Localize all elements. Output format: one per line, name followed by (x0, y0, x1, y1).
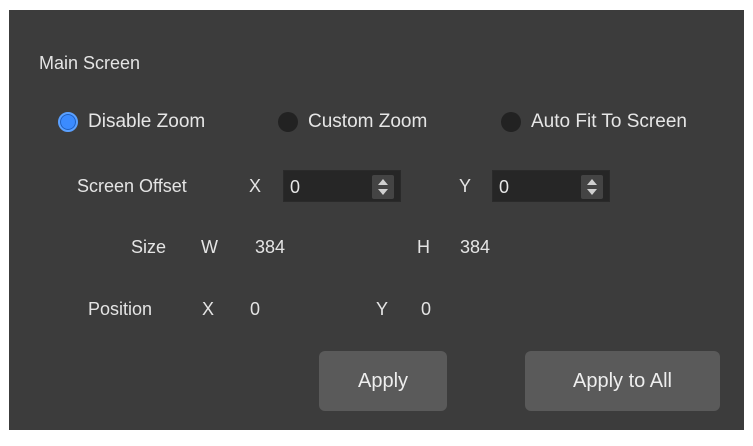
spin-arrows-icon[interactable] (372, 175, 394, 199)
radio-unselected-icon (278, 112, 298, 132)
radio-custom-zoom[interactable]: Custom Zoom (278, 111, 427, 133)
offset-y-input[interactable] (499, 176, 574, 198)
position-y-value: 0 (421, 299, 432, 319)
radio-unselected-icon (501, 112, 521, 132)
radio-auto-fit[interactable]: Auto Fit To Screen (501, 111, 687, 133)
position-x-label: X (202, 299, 215, 319)
main-screen-panel: Main Screen Disable Zoom Custom Zoom Aut… (9, 10, 744, 430)
radio-selected-icon (58, 112, 78, 132)
offset-y-label: Y (459, 176, 472, 196)
radio-label: Custom Zoom (308, 111, 428, 132)
position-label: Position (88, 299, 153, 319)
chevron-up-icon[interactable] (378, 179, 388, 185)
chevron-down-icon[interactable] (587, 189, 597, 195)
size-label: Size (131, 237, 167, 257)
radio-label: Disable Zoom (88, 111, 206, 132)
offset-x-label: X (249, 176, 262, 196)
position-y-label: Y (376, 299, 389, 319)
section-title: Main Screen (39, 53, 141, 73)
size-h-label: H (417, 237, 430, 257)
offset-y-spinbox[interactable] (492, 170, 610, 202)
size-w-label: W (201, 237, 218, 257)
apply-to-all-button[interactable]: Apply to All (525, 351, 720, 411)
apply-button[interactable]: Apply (319, 351, 447, 411)
chevron-up-icon[interactable] (587, 179, 597, 185)
radio-label: Auto Fit To Screen (531, 111, 687, 132)
offset-x-spinbox[interactable] (283, 170, 401, 202)
size-h-value: 384 (460, 237, 491, 257)
offset-x-input[interactable] (290, 176, 365, 198)
position-x-value: 0 (250, 299, 261, 319)
size-w-value: 384 (255, 237, 286, 257)
radio-disable-zoom[interactable]: Disable Zoom (58, 111, 205, 133)
spin-arrows-icon[interactable] (581, 175, 603, 199)
chevron-down-icon[interactable] (378, 189, 388, 195)
screen-offset-label: Screen Offset (77, 176, 187, 196)
